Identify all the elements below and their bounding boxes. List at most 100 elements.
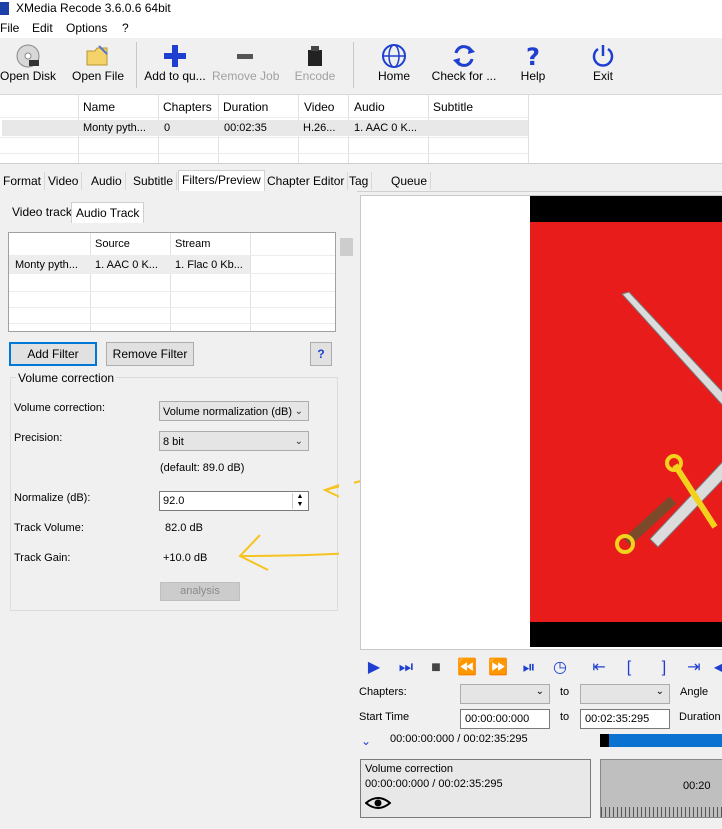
info-title: Volume correction	[365, 763, 454, 775]
remove-filter-button[interactable]: Remove Filter	[106, 342, 194, 366]
cell-name: Monty pyth...	[83, 122, 146, 134]
svg-text:?: ?	[526, 43, 540, 69]
panel-scrollbar[interactable]	[339, 236, 354, 829]
clock-icon[interactable]: ◷	[549, 657, 571, 679]
exit-button[interactable]: Exit	[580, 38, 626, 94]
app-icon	[0, 2, 9, 15]
seek-bar[interactable]	[600, 734, 722, 747]
toolbar-separator	[353, 42, 354, 88]
tab-video[interactable]: Video	[45, 172, 83, 190]
bracket-left-icon[interactable]: [	[618, 657, 640, 679]
chevron-down-icon[interactable]: ⌄	[361, 734, 371, 748]
open-disk-button[interactable]: Open Disk	[0, 38, 56, 94]
filter-help-button[interactable]: ?	[310, 342, 332, 366]
check-for-updates-button[interactable]: Check for ...	[428, 38, 500, 94]
column-header-subtitle[interactable]: Subtitle	[433, 100, 473, 114]
volume-correction-select[interactable]: Volume normalization (dB) ⌄	[159, 401, 309, 421]
angle-label: Angle	[680, 686, 709, 698]
power-icon	[592, 45, 614, 67]
next-frame-icon[interactable]: ⏭	[395, 657, 417, 679]
track-volume-label: Track Volume:	[14, 522, 84, 534]
plus-icon	[164, 45, 186, 67]
chapters-label: Chapters:	[359, 686, 407, 698]
step-forward-icon[interactable]: ⏯	[518, 657, 540, 679]
column-header-audio[interactable]: Audio	[354, 100, 385, 114]
timeline-tick-label: 00:20	[683, 780, 711, 792]
column-header-source[interactable]: Source	[95, 238, 130, 250]
globe-icon	[382, 44, 406, 68]
seek-handle[interactable]	[600, 734, 609, 747]
mark-start-icon[interactable]: ⇤	[588, 657, 610, 679]
eye-icon[interactable]	[365, 795, 391, 811]
tab-tag[interactable]: Tag	[346, 172, 373, 190]
open-file-button[interactable]: Open File	[70, 38, 126, 94]
volume-correction-label: Volume correction:	[14, 402, 106, 414]
subtab-video-track[interactable]: Video track	[8, 202, 76, 222]
track-cell-name: Monty pyth...	[15, 259, 78, 271]
waveform-timeline[interactable]: 00:20	[600, 759, 722, 818]
add-filter-button[interactable]: Add Filter	[9, 342, 97, 366]
scrollbar-thumb[interactable]	[340, 238, 353, 256]
disc-icon	[16, 44, 40, 68]
rewind-icon[interactable]: ⏪	[456, 657, 478, 679]
volume-icon[interactable]: ◀	[709, 657, 722, 679]
chevron-down-icon: ⌄	[294, 406, 303, 417]
toolbar: Open Disk Open File Add to qu... Remove …	[0, 38, 722, 95]
table-row[interactable]: Monty pyth... 0 00:02:35 H.26... 1. AAC …	[2, 120, 528, 136]
bracket-right-icon[interactable]: ]	[653, 657, 675, 679]
main-tabs: Format Video Audio Subtitle Filters/Prev…	[0, 170, 722, 192]
encode-button[interactable]: Encode	[286, 38, 344, 94]
tab-subtitle[interactable]: Subtitle	[130, 172, 178, 190]
menu-help[interactable]: ?	[122, 21, 129, 35]
group-label: Volume correction	[16, 371, 117, 385]
chapters-start-select[interactable]: ⌄	[460, 684, 550, 704]
column-header-duration[interactable]: Duration	[223, 100, 268, 114]
home-button[interactable]: Home	[366, 38, 422, 94]
chapters-end-select[interactable]: ⌄	[580, 684, 670, 704]
menu-options[interactable]: Options	[66, 21, 107, 35]
tab-chapter-editor[interactable]: Chapter Editor	[264, 172, 349, 190]
play-icon[interactable]: ▶	[363, 657, 385, 679]
tab-audio[interactable]: Audio	[88, 172, 126, 190]
video-image	[530, 222, 722, 622]
cell-video: H.26...	[303, 122, 336, 134]
info-time: 00:00:00:000 / 00:02:35:295	[365, 778, 503, 790]
track-gain-value: +10.0 dB	[163, 552, 208, 564]
column-header-stream[interactable]: Stream	[175, 238, 210, 250]
column-header-name[interactable]: Name	[83, 100, 115, 114]
chapters-to-label: to	[560, 686, 570, 698]
track-gain-label: Track Gain:	[14, 552, 71, 564]
cell-duration: 00:02:35	[224, 122, 267, 134]
encode-icon	[308, 46, 322, 66]
audio-track-list[interactable]: Source Stream Monty pyth... 1. AAC 0 K..…	[8, 232, 336, 332]
subtab-audio-track[interactable]: Audio Track	[71, 202, 145, 223]
tab-queue[interactable]: Queue	[388, 172, 432, 190]
chevron-down-icon: ⌄	[294, 436, 303, 447]
menu-bar: File Edit Options ?	[0, 18, 722, 38]
precision-select[interactable]: 8 bit ⌄	[159, 431, 309, 451]
add-to-queue-button[interactable]: Add to qu...	[142, 38, 208, 94]
analysis-button[interactable]: analysis	[160, 582, 240, 601]
tab-filters-preview[interactable]: Filters/Preview	[178, 170, 265, 191]
menu-edit[interactable]: Edit	[32, 21, 53, 35]
start-time-input[interactable]: 00:00:00:000	[460, 709, 550, 729]
refresh-icon	[453, 45, 475, 67]
fast-forward-icon[interactable]: ⏩	[487, 657, 509, 679]
title-bar: XMedia Recode 3.6.0.6 64bit	[0, 0, 722, 18]
track-cell-stream: 1. Flac 0 Kb...	[175, 259, 243, 271]
folder-icon	[86, 45, 108, 66]
column-header-chapters[interactable]: Chapters	[163, 100, 212, 114]
column-header-video[interactable]: Video	[304, 100, 334, 114]
question-icon: ?	[526, 43, 540, 69]
menu-file[interactable]: File	[0, 21, 19, 35]
remove-job-button[interactable]: Remove Job	[212, 38, 279, 94]
tab-format[interactable]: Format	[0, 172, 46, 190]
normalize-label: Normalize (dB):	[14, 492, 91, 504]
track-volume-value: 82.0 dB	[165, 522, 203, 534]
stop-icon[interactable]: ■	[425, 657, 447, 679]
toolbar-separator	[136, 42, 137, 88]
position-readout: 00:00:00:000 / 00:02:35:295	[390, 733, 528, 745]
help-button[interactable]: ? Help	[508, 38, 558, 94]
end-time-input[interactable]: 00:02:35:295	[580, 709, 670, 729]
mark-end-icon[interactable]: ⇥	[683, 657, 705, 679]
